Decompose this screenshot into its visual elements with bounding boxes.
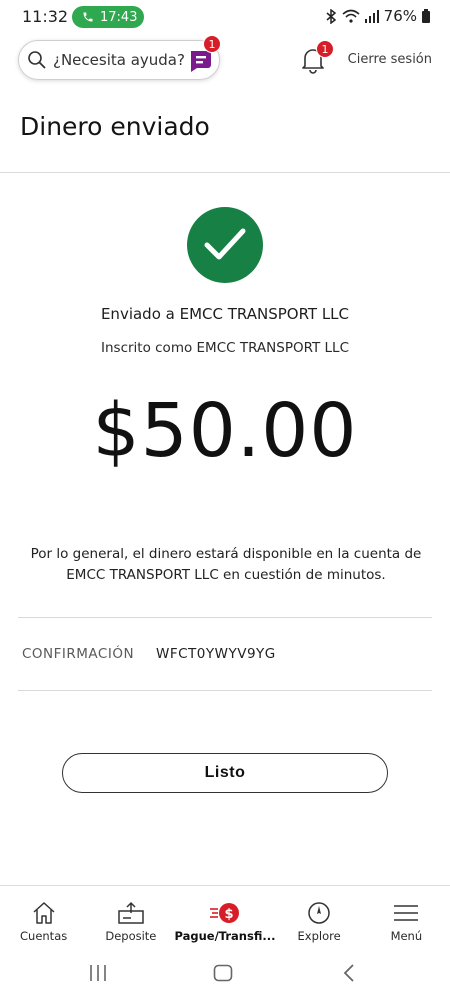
nav-item-pay-transfer[interactable]: $ Pague/Transfi... — [174, 886, 276, 947]
pay-transfer-icon: $ — [209, 903, 239, 923]
confirmation-label: CONFIRMACIÓN — [22, 646, 135, 662]
phone-icon — [83, 12, 93, 22]
signal-icon — [364, 9, 379, 23]
deposit-icon — [118, 901, 144, 924]
availability-line-2: EMCC TRANSPORT LLC en cuestión de minuto… — [66, 567, 386, 583]
ongoing-call-chip[interactable]: 17:43 — [72, 6, 144, 28]
availability-note: Por lo general, el dinero estará disponi… — [26, 544, 426, 586]
availability-line-1: Por lo general, el dinero estará disponi… — [30, 546, 422, 562]
nav-item-deposit[interactable]: Deposite — [87, 886, 174, 947]
divider — [18, 617, 432, 618]
nav-label: Pague/Transfi... — [174, 929, 276, 943]
page-title: Dinero enviado — [20, 112, 210, 141]
battery-percent: 76% — [383, 7, 417, 25]
nav-item-explore[interactable]: Explore — [275, 886, 362, 947]
house-icon — [33, 902, 55, 924]
divider — [18, 690, 432, 691]
clock: 11:32 — [22, 7, 69, 26]
search-icon — [28, 51, 46, 69]
confirmation-number: WFCT0YWYV9YG — [156, 646, 276, 662]
status-bar: 11:32 17:43 76% — [0, 0, 450, 34]
back-icon[interactable] — [342, 964, 356, 982]
search-placeholder: ¿Necesita ayuda? — [53, 51, 185, 69]
divider — [0, 172, 450, 173]
enrolled-as-text: Inscrito como EMCC TRANSPORT LLC — [101, 340, 349, 356]
nav-item-menu[interactable]: Menú — [363, 886, 450, 947]
hamburger-icon — [394, 905, 419, 921]
recent-apps-icon[interactable] — [88, 964, 108, 982]
call-duration: 17:43 — [100, 9, 138, 25]
top-bar: ¿Necesita ayuda? 1 1 Cierre sesión — [0, 35, 450, 86]
notifications-badge: 1 — [316, 40, 334, 58]
battery-icon — [422, 9, 430, 23]
compass-icon — [308, 902, 330, 924]
nav-label: Menú — [390, 929, 423, 943]
assistant-badge: 1 — [203, 35, 221, 53]
done-button[interactable]: Listo — [62, 753, 388, 793]
success-check-icon — [187, 207, 263, 283]
svg-text:$: $ — [224, 907, 233, 922]
nav-label: Explore — [297, 929, 341, 943]
help-search-field[interactable]: ¿Necesita ayuda? 1 — [18, 35, 221, 80]
bluetooth-icon — [326, 8, 336, 24]
amount-sent: $50.00 — [92, 388, 358, 474]
nav-item-accounts[interactable]: Cuentas — [0, 886, 87, 947]
wifi-icon — [342, 9, 360, 23]
system-nav-bar — [0, 948, 450, 1000]
home-icon[interactable] — [213, 964, 233, 982]
bottom-nav: Cuentas Deposite $ Pague/Transfi... Expl… — [0, 885, 450, 947]
nav-label: Deposite — [105, 929, 157, 943]
nav-label: Cuentas — [20, 929, 68, 943]
recipient-text: Enviado a EMCC TRANSPORT LLC — [100, 305, 350, 323]
sign-out-link[interactable]: Cierre sesión — [348, 52, 432, 67]
